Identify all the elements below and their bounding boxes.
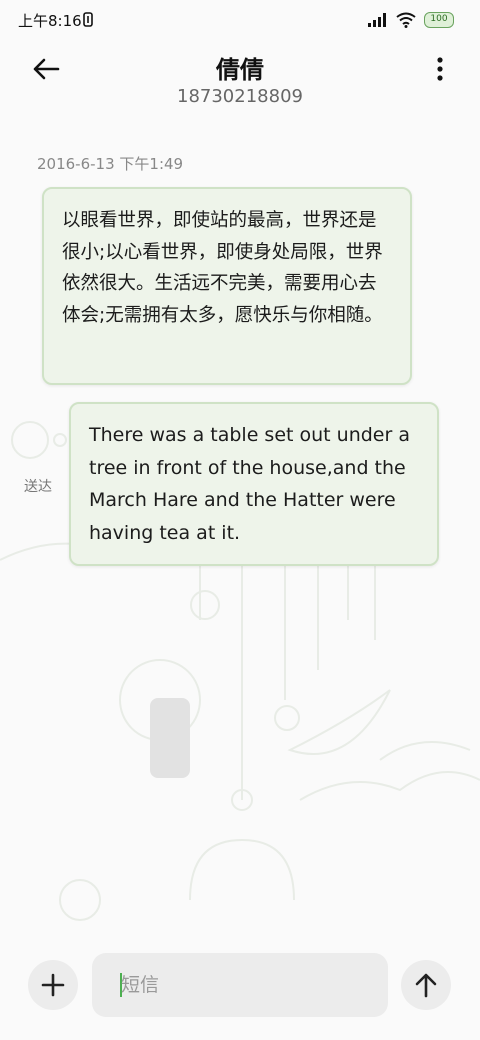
status-time: 上午8:16 (18, 12, 82, 30)
battery-indicator: 100 (424, 12, 454, 28)
status-bar: 上午8:16 100 (0, 0, 480, 40)
message-text: 以眼看世界，即使站的最高，世界还是很小;以心看世界，即使身处局限，世界依然很大。… (62, 210, 383, 326)
more-options-button[interactable] (430, 52, 450, 86)
message-timestamp: 2016-6-13 下午1:49 (37, 155, 184, 173)
add-attachment-button[interactable] (28, 960, 78, 1010)
message-input[interactable]: 短信 (92, 953, 388, 1017)
message-input-placeholder: 短信 (121, 974, 160, 996)
signal-icon (368, 13, 386, 27)
contact-name: 倩倩 (216, 56, 264, 84)
arrow-up-icon (415, 973, 437, 998)
sim-card-icon (83, 12, 93, 27)
contact-number: 18730218809 (177, 86, 303, 107)
message-bubble[interactable]: 以眼看世界，即使站的最高，世界还是很小;以心看世界，即使身处局限，世界依然很大。… (42, 187, 412, 385)
more-vertical-icon (437, 57, 443, 81)
message-text: There was a table set out under a tree i… (89, 424, 410, 544)
send-button[interactable] (401, 960, 451, 1010)
wifi-icon (396, 12, 416, 28)
plus-icon (41, 973, 65, 997)
delivery-status: 送达 (24, 479, 52, 495)
message-bubble[interactable]: There was a table set out under a tree i… (69, 402, 439, 566)
